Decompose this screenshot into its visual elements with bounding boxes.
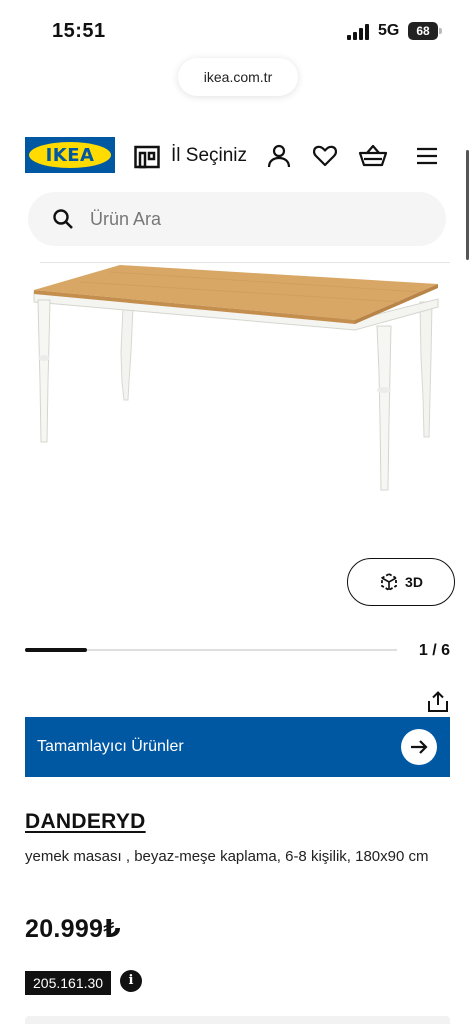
page-scrollbar[interactable] — [466, 150, 469, 260]
logo-oval: IKEA — [29, 142, 111, 168]
status-time: 15:51 — [52, 20, 106, 42]
share-icon[interactable] — [426, 691, 450, 713]
url-bar[interactable]: ikea.com.tr — [178, 58, 298, 96]
view-3d-label: 3D — [405, 574, 423, 590]
arrow-right-icon — [411, 740, 428, 754]
3d-cube-icon — [381, 572, 397, 592]
status-bar: 15:51 5G 68 — [0, 0, 474, 60]
profile-icon[interactable] — [266, 143, 292, 169]
gallery-progress[interactable] — [25, 648, 397, 652]
site-header: IKEA İl Seçiniz — [0, 134, 474, 178]
gallery-progress-fill — [25, 648, 88, 652]
product-name[interactable]: DANDERYD — [25, 810, 146, 834]
bottom-edge — [25, 1016, 450, 1024]
product-description: yemek masası , beyaz-meşe kaplama, 6-8 k… — [25, 848, 429, 865]
article-number: 205.161.30 — [25, 971, 112, 995]
gallery-counter: 1 / 6 — [418, 642, 450, 659]
product-image[interactable] — [20, 262, 460, 502]
logo-text: IKEA — [45, 144, 95, 166]
complementary-products-banner[interactable]: Tamamlayıcı Ürünler — [25, 717, 450, 777]
store-icon[interactable] — [134, 145, 160, 169]
heart-icon[interactable] — [312, 143, 338, 169]
info-icon[interactable]: i — [120, 970, 142, 992]
signal-icon — [347, 24, 369, 40]
basket-icon[interactable] — [358, 143, 388, 169]
menu-icon[interactable] — [414, 143, 440, 169]
banner-label: Tamamlayıcı Ürünler — [37, 738, 184, 755]
view-3d-button[interactable]: 3D — [347, 558, 455, 606]
ikea-logo[interactable]: IKEA — [25, 137, 115, 173]
banner-arrow-button[interactable] — [401, 729, 437, 765]
search-icon — [53, 209, 73, 229]
store-selector[interactable]: İl Seçiniz — [171, 145, 247, 167]
network-label: 5G — [378, 22, 400, 39]
search-bar[interactable] — [28, 192, 446, 246]
product-price: 20.999₺ — [25, 915, 121, 943]
battery-icon: 68 — [408, 22, 442, 40]
search-input[interactable] — [90, 200, 420, 238]
